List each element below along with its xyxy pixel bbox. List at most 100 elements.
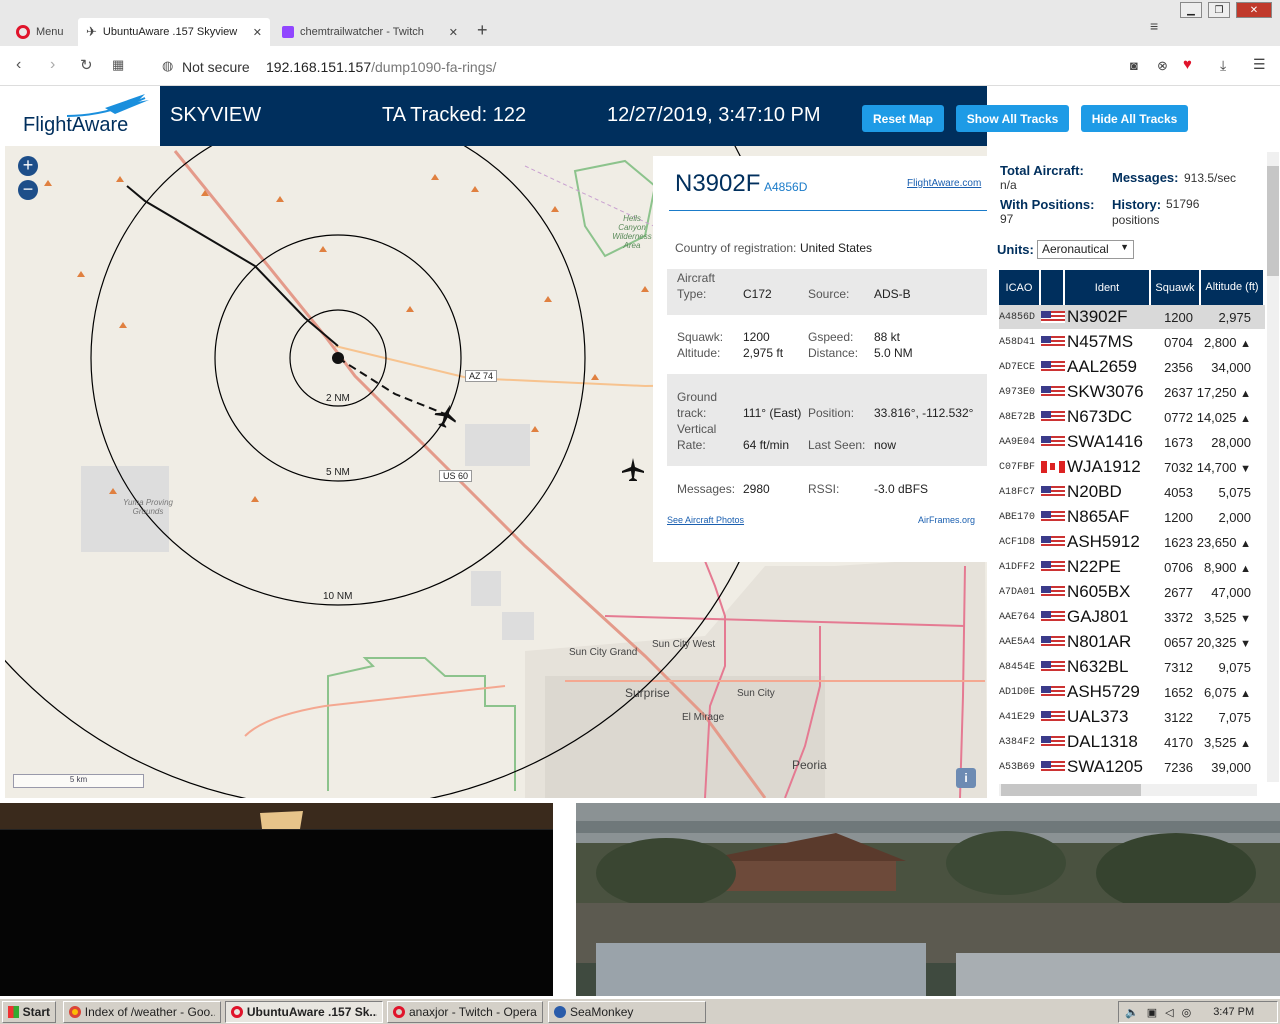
cell-ident: N20BD xyxy=(1067,482,1122,501)
flightaware-logo[interactable]: FlightAware xyxy=(5,86,160,146)
twitch-icon xyxy=(282,26,294,38)
network-icon[interactable]: ▣ xyxy=(1147,1006,1157,1019)
cell-ident: ASH5729 xyxy=(1067,682,1140,701)
tab-skyview[interactable]: ✈ UbuntuAware .157 Skyview ✕ xyxy=(78,18,270,46)
close-tab-icon[interactable]: ✕ xyxy=(449,26,458,39)
altitude-trend-icon: ▲ xyxy=(1240,537,1251,550)
opera-logo-icon xyxy=(16,25,30,39)
us-flag-icon xyxy=(1041,411,1065,423)
maximize-button[interactable]: ❐ xyxy=(1208,2,1230,18)
adblock-icon[interactable]: ⊗ xyxy=(1157,58,1168,74)
col-squawk[interactable]: Squawk xyxy=(1151,270,1201,305)
logo-text: FlightAware xyxy=(23,114,129,136)
minimize-button[interactable]: ▁ xyxy=(1180,2,1202,18)
table-row[interactable]: A7DA01 N605BX 2677 47,000 xyxy=(999,580,1265,605)
forward-icon[interactable]: › xyxy=(50,56,55,74)
table-row[interactable]: AD7ECE AAL2659 2356 34,000 xyxy=(999,355,1265,380)
total-aircraft-label: Total Aircraft: xyxy=(1000,163,1084,178)
table-row[interactable]: ACF1D8 ASH5912 1623 23,650 ▲ xyxy=(999,530,1265,555)
zoom-in-button[interactable]: + xyxy=(18,156,38,176)
table-row[interactable]: A4856D N3902F 1200 2,975 xyxy=(999,305,1265,330)
start-button[interactable]: Start xyxy=(2,1001,56,1023)
reload-icon[interactable]: ↻ xyxy=(80,56,93,74)
aircraft-icon[interactable] xyxy=(622,458,644,481)
ring-label-5nm: 5 NM xyxy=(326,467,350,478)
hscrollbar-thumb[interactable] xyxy=(1001,784,1141,796)
cell-altitude: 17,250 ▲ xyxy=(1196,384,1251,400)
cell-squawk: 3372 xyxy=(1164,609,1193,625)
table-row[interactable]: AD1D0E ASH5729 1652 6,075 ▲ xyxy=(999,680,1265,705)
altitude-value: 2,975 ft xyxy=(743,346,784,360)
table-row[interactable]: A18FC7 N20BD 4053 5,075 xyxy=(999,480,1265,505)
airframes-link[interactable]: AirFrames.org xyxy=(918,515,975,525)
taskbar-item-twitch[interactable]: anaxjor - Twitch - Opera xyxy=(387,1001,543,1023)
table-row[interactable]: AAE764 GAJ801 3372 3,525 ▼ xyxy=(999,605,1265,630)
taskbar-item-seamonkey[interactable]: SeaMonkey xyxy=(548,1001,706,1023)
tab-menu-icon[interactable]: ≡ xyxy=(1150,18,1158,34)
download-icon[interactable]: ⤓ xyxy=(1220,57,1226,74)
camera-icon[interactable]: ◙ xyxy=(1130,58,1138,73)
heart-icon[interactable]: ♥ xyxy=(1183,56,1192,73)
tray-icon[interactable]: ◎ xyxy=(1182,1006,1192,1019)
history-label: History: xyxy=(1112,197,1162,212)
selected-aircraft-icon[interactable] xyxy=(432,401,461,430)
cell-altitude: 6,075 ▲ xyxy=(1203,684,1251,700)
back-icon[interactable]: ‹ xyxy=(16,56,21,74)
table-row[interactable]: AA9E04 SWA1416 1673 28,000 xyxy=(999,430,1265,455)
table-row[interactable]: A8454E N632BL 7312 9,075 xyxy=(999,655,1265,680)
cell-icao: A41E29 xyxy=(999,711,1036,723)
flightaware-link[interactable]: FlightAware.com xyxy=(907,178,981,189)
col-altitude[interactable]: Altitude (ft) xyxy=(1201,270,1265,305)
opera-menu-button[interactable]: Menu xyxy=(8,18,72,46)
table-row[interactable]: A1DFF2 N22PE 0706 8,900 ▲ xyxy=(999,555,1265,580)
divider xyxy=(669,210,987,211)
table-row[interactable]: AAE5A4 N801AR 0657 20,325 ▼ xyxy=(999,630,1265,655)
system-tray: 🔈 ▣ ◁ ◎ 3:47 PM xyxy=(1118,1001,1278,1023)
terrain-markers xyxy=(44,174,649,502)
tab-twitch[interactable]: chemtrailwatcher - Twitch ✕ xyxy=(274,18,466,46)
col-icao[interactable]: ICAO xyxy=(999,270,1041,305)
zoom-out-button[interactable]: − xyxy=(18,180,38,200)
table-row[interactable]: A384F2 DAL1318 4170 3,525 ▲ xyxy=(999,730,1265,755)
close-tab-icon[interactable]: ✕ xyxy=(253,26,262,39)
altitude-trend-icon: ▼ xyxy=(1240,612,1251,625)
scale-bar: 5 km xyxy=(13,774,144,788)
settings-gear-icon[interactable]: ⚙ xyxy=(1198,100,1221,131)
aircraft-photos-link[interactable]: See Aircraft Photos xyxy=(667,515,744,525)
reset-map-button[interactable]: Reset Map xyxy=(862,105,944,132)
url-field[interactable]: 192.168.151.157/dump1090-fa-rings/ xyxy=(266,59,496,75)
table-row[interactable]: A58D41 N457MS 0704 2,800 ▲ xyxy=(999,330,1265,355)
altitude-trend-icon: ▼ xyxy=(1240,462,1251,475)
table-row[interactable]: C07FBF WJA1912 7032 14,700 ▼ xyxy=(999,455,1265,480)
taskbar-item-chrome[interactable]: Index of /weather - Goo... xyxy=(63,1001,221,1023)
units-select[interactable]: Aeronautical ▼ xyxy=(1037,240,1134,259)
table-row[interactable]: A41E29 UAL373 3122 7,075 xyxy=(999,705,1265,730)
horizontal-scrollbar[interactable] xyxy=(999,784,1257,796)
security-label[interactable]: Not secure xyxy=(182,59,250,75)
cell-ident: AAL2659 xyxy=(1067,357,1137,376)
easy-setup-icon[interactable]: ☰ xyxy=(1253,56,1266,73)
table-row[interactable]: A8E72B N673DC 0772 14,025 ▲ xyxy=(999,405,1265,430)
volume-icon[interactable]: 🔈 xyxy=(1125,1006,1139,1019)
show-all-tracks-button[interactable]: Show All Tracks xyxy=(956,105,1069,132)
scrollbar-thumb[interactable] xyxy=(1267,166,1279,276)
cell-altitude: 34,000 xyxy=(1211,359,1251,375)
close-window-button[interactable]: ✕ xyxy=(1236,2,1272,18)
taskbar-item-skyview[interactable]: UbuntuAware .157 Sk... xyxy=(225,1001,383,1023)
cell-squawk: 0706 xyxy=(1164,559,1193,575)
col-flag[interactable] xyxy=(1041,270,1065,305)
table-row[interactable]: A973E0 SKW3076 2637 17,250 ▲ xyxy=(999,380,1265,405)
speaker-icon[interactable]: ◁ xyxy=(1165,1006,1173,1019)
info-button[interactable]: i xyxy=(956,768,976,788)
col-ident[interactable]: Ident xyxy=(1065,270,1151,305)
new-tab-button[interactable]: + xyxy=(477,20,488,41)
vertical-scrollbar[interactable] xyxy=(1267,152,1279,782)
cell-squawk: 3122 xyxy=(1164,709,1193,725)
table-row[interactable]: ABE170 N865AF 1200 2,000 xyxy=(999,505,1265,530)
cell-icao: A4856D xyxy=(999,311,1036,323)
altitude-trend-icon: ▲ xyxy=(1240,337,1251,350)
hide-all-tracks-button[interactable]: Hide All Tracks xyxy=(1081,105,1188,132)
webcam-image xyxy=(0,803,553,830)
table-row[interactable]: A53B69 SWA1205 7236 39,000 xyxy=(999,755,1265,780)
speed-dial-icon[interactable]: ▦ xyxy=(112,57,124,73)
